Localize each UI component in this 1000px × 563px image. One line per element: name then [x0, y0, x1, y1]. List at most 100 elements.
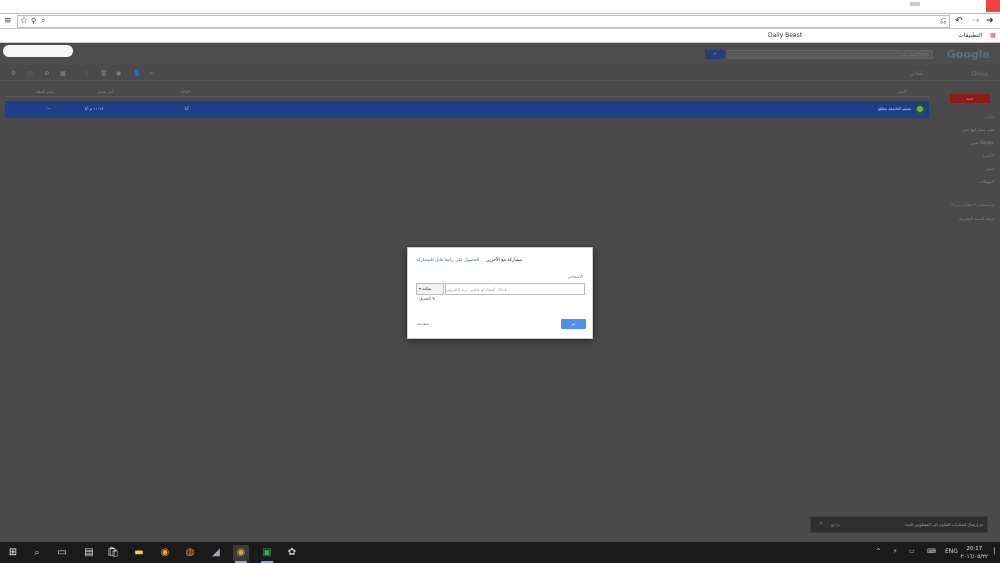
search-placeholder: البحث في Drive: [900, 52, 929, 57]
column-name[interactable]: الاسم: [898, 89, 907, 94]
sidebar-item-label: ملفاتي: [982, 114, 994, 119]
sidebar-item-recent[interactable]: الأخيرة: [983, 153, 994, 158]
gear-icon[interactable]: ⚙: [44, 70, 49, 77]
search-icon: ⌕: [41, 16, 46, 25]
sidebar-item-starred[interactable]: مميز: [986, 166, 994, 171]
windows-taskbar: ⊞ ⌕ ▭ ▤ 🛍 ▬ ◉ ◍ ◢ ◉ ▣ ✿ ^ ⚡ ▭ ⌨ ENG 20:1…: [0, 542, 1000, 563]
new-button[interactable]: جديد: [950, 94, 990, 103]
my-drive-dropdown[interactable]: ملفاتي: [910, 71, 924, 77]
chevron-down-icon: ▾: [419, 286, 422, 291]
close-window-button[interactable]: [986, 0, 1000, 12]
network-icon[interactable]: ⚡: [893, 548, 897, 555]
sidebar-item-label: المهملات: [979, 179, 994, 184]
sidebar-item-label: صور Google: [971, 140, 994, 145]
column-modified[interactable]: آخر تعديل: [97, 89, 113, 94]
store-icon[interactable]: 🛍: [105, 545, 121, 561]
notification-toast: × تراجع تم إرسال إشعارات التعاون إلى الم…: [810, 516, 988, 533]
search-input[interactable]: البحث في Drive: [727, 50, 933, 59]
reload-icon[interactable]: ⎌: [940, 16, 946, 26]
calculator-icon[interactable]: ▤: [81, 545, 97, 561]
undo-icon[interactable]: ↶: [955, 16, 963, 26]
file-size: —: [47, 106, 51, 111]
drive-product-name: Drive: [972, 71, 988, 78]
drive-header: ⌕ البحث في Drive Google: [0, 43, 1000, 65]
back-icon[interactable]: ➜: [986, 16, 994, 26]
bookmark-apps[interactable]: التطبيقات: [958, 32, 982, 39]
storage-usage: تم استخدام ٣ غيغابايت من ١٥: [950, 203, 994, 207]
more-icon[interactable]: ⋮: [84, 70, 90, 77]
language-indicator[interactable]: ENG: [945, 548, 958, 555]
file-modified: ١١:١٧ م أنا: [85, 106, 104, 111]
app-icon[interactable]: ◢: [208, 545, 224, 561]
clock-date: ٢٠١٦/٠٥/٢٢: [960, 554, 988, 560]
link-icon[interactable]: ∞: [149, 70, 154, 77]
browser-tab-strip: [0, 0, 1000, 14]
toast-message: تم إرسال إشعارات التعاون إلى المتعاونين …: [904, 522, 983, 527]
bookmarks-bar: Daily Beast التطبيقات ▦: [0, 29, 1000, 43]
close-icon[interactable]: ×: [819, 521, 823, 527]
notifications-icon[interactable]: ▏: [994, 548, 999, 555]
people-input[interactable]: إدخال أسماء أو عناوين بريد إلكتروني...: [445, 283, 585, 295]
sidebar-item-photos[interactable]: صور Google: [971, 140, 994, 145]
chevron-up-icon[interactable]: ^: [876, 548, 881, 555]
system-clock[interactable]: 20:17 ٢٠١٦/٠٥/٢٢: [961, 545, 988, 561]
clock-time: 20:17: [966, 546, 983, 552]
firefox-icon[interactable]: ◍: [182, 545, 198, 561]
apps-grid-icon[interactable]: ▦: [990, 32, 996, 39]
chrome-active-icon[interactable]: ◉: [233, 545, 249, 563]
sidebar-item-label: تمت مشاركتها معي: [961, 127, 994, 132]
chrome-icon[interactable]: ◉: [157, 545, 173, 561]
permission-dropdown[interactable]: ▾ يمكنه التعديل ✎: [416, 283, 444, 301]
sidebar-item-my-drive[interactable]: ملفاتي: [983, 114, 994, 119]
people-label: الأشخاص: [567, 274, 583, 279]
file-explorer-icon[interactable]: ▬: [131, 545, 147, 561]
avatar[interactable]: [3, 45, 73, 57]
get-shareable-link[interactable]: الحصول على رابط قابل للمشاركة: [416, 258, 479, 263]
info-icon[interactable]: ⓘ: [27, 70, 33, 79]
task-view-icon[interactable]: ▭: [54, 545, 70, 561]
file-owner: أنا: [185, 106, 189, 111]
grid-view-icon[interactable]: ▦: [60, 70, 66, 77]
preview-icon[interactable]: ◉: [116, 70, 121, 77]
undo-button[interactable]: تراجع: [831, 522, 840, 527]
star-icon[interactable]: ☆: [20, 16, 28, 26]
url-input[interactable]: ☆ ⚲ ⌕: [17, 15, 950, 28]
drive-sidebar: جديد ملفاتي تمت مشاركتها معي صور Google …: [932, 85, 1000, 542]
file-type-icon: [915, 104, 925, 114]
sidebar-item-label: مميز: [986, 166, 994, 171]
bookmark-daily-beast[interactable]: Daily Beast: [768, 32, 802, 39]
settings-icon[interactable]: ⚙: [11, 70, 16, 77]
sidebar-item-label: الأخيرة: [982, 153, 994, 158]
drive-toolbar: ⚙ ⓘ ⚙ ▦ ⋮ 🗑 ◉ 👤 ∞: [0, 67, 1000, 81]
forward-icon[interactable]: ⇢: [972, 16, 980, 26]
done-button[interactable]: تم: [561, 319, 586, 329]
menu-icon[interactable]: ≡: [4, 16, 12, 26]
people-input-placeholder: إدخال أسماء أو عناوين بريد إلكتروني...: [445, 287, 510, 292]
minimize-icon[interactable]: [910, 2, 920, 6]
search-icon[interactable]: ⌕: [29, 545, 45, 561]
column-owner[interactable]: المالك: [180, 89, 190, 94]
google-logo: Google: [946, 48, 990, 61]
trash-icon[interactable]: 🗑: [100, 70, 108, 77]
gimp-icon[interactable]: ✿: [284, 545, 300, 561]
file-name: ستيم العاشقة مطلع: [878, 106, 911, 111]
dialog-title: مشاركة مع الآخرين: [486, 258, 522, 263]
sidebar-item-shared[interactable]: تمت مشاركتها معي: [962, 127, 994, 132]
permission-label: يمكنه التعديل: [419, 286, 432, 301]
pencil-icon: ✎: [432, 296, 436, 301]
keyboard-icon[interactable]: ⌨: [927, 548, 936, 555]
add-people-icon[interactable]: 👤: [133, 70, 140, 77]
table-row[interactable]: ستيم العاشقة مطلع أنا ١١:١٧ م أنا —: [5, 101, 929, 118]
excel-icon[interactable]: ▣: [259, 545, 275, 563]
share-dialog: مشاركة مع الآخرين الحصول على رابط قابل ل…: [407, 247, 593, 339]
file-list-header: الاسم المالك آخر تعديل حجم الملف: [5, 89, 929, 97]
search-button[interactable]: ⌕: [705, 50, 725, 59]
browser-address-bar: ≡ ☆ ⚲ ⌕ ⎌ ↶ ⇢ ➜: [0, 14, 1000, 29]
advanced-link[interactable]: متقدمة: [417, 321, 429, 326]
column-size[interactable]: حجم الملف: [35, 89, 54, 94]
lock-icon: ⚲: [31, 17, 37, 25]
battery-icon[interactable]: ▭: [909, 548, 915, 555]
upgrade-storage-link[interactable]: ترقية السعة التخزينية: [959, 216, 994, 221]
windows-start-icon[interactable]: ⊞: [5, 545, 21, 561]
sidebar-item-trash[interactable]: المهملات: [979, 179, 994, 184]
